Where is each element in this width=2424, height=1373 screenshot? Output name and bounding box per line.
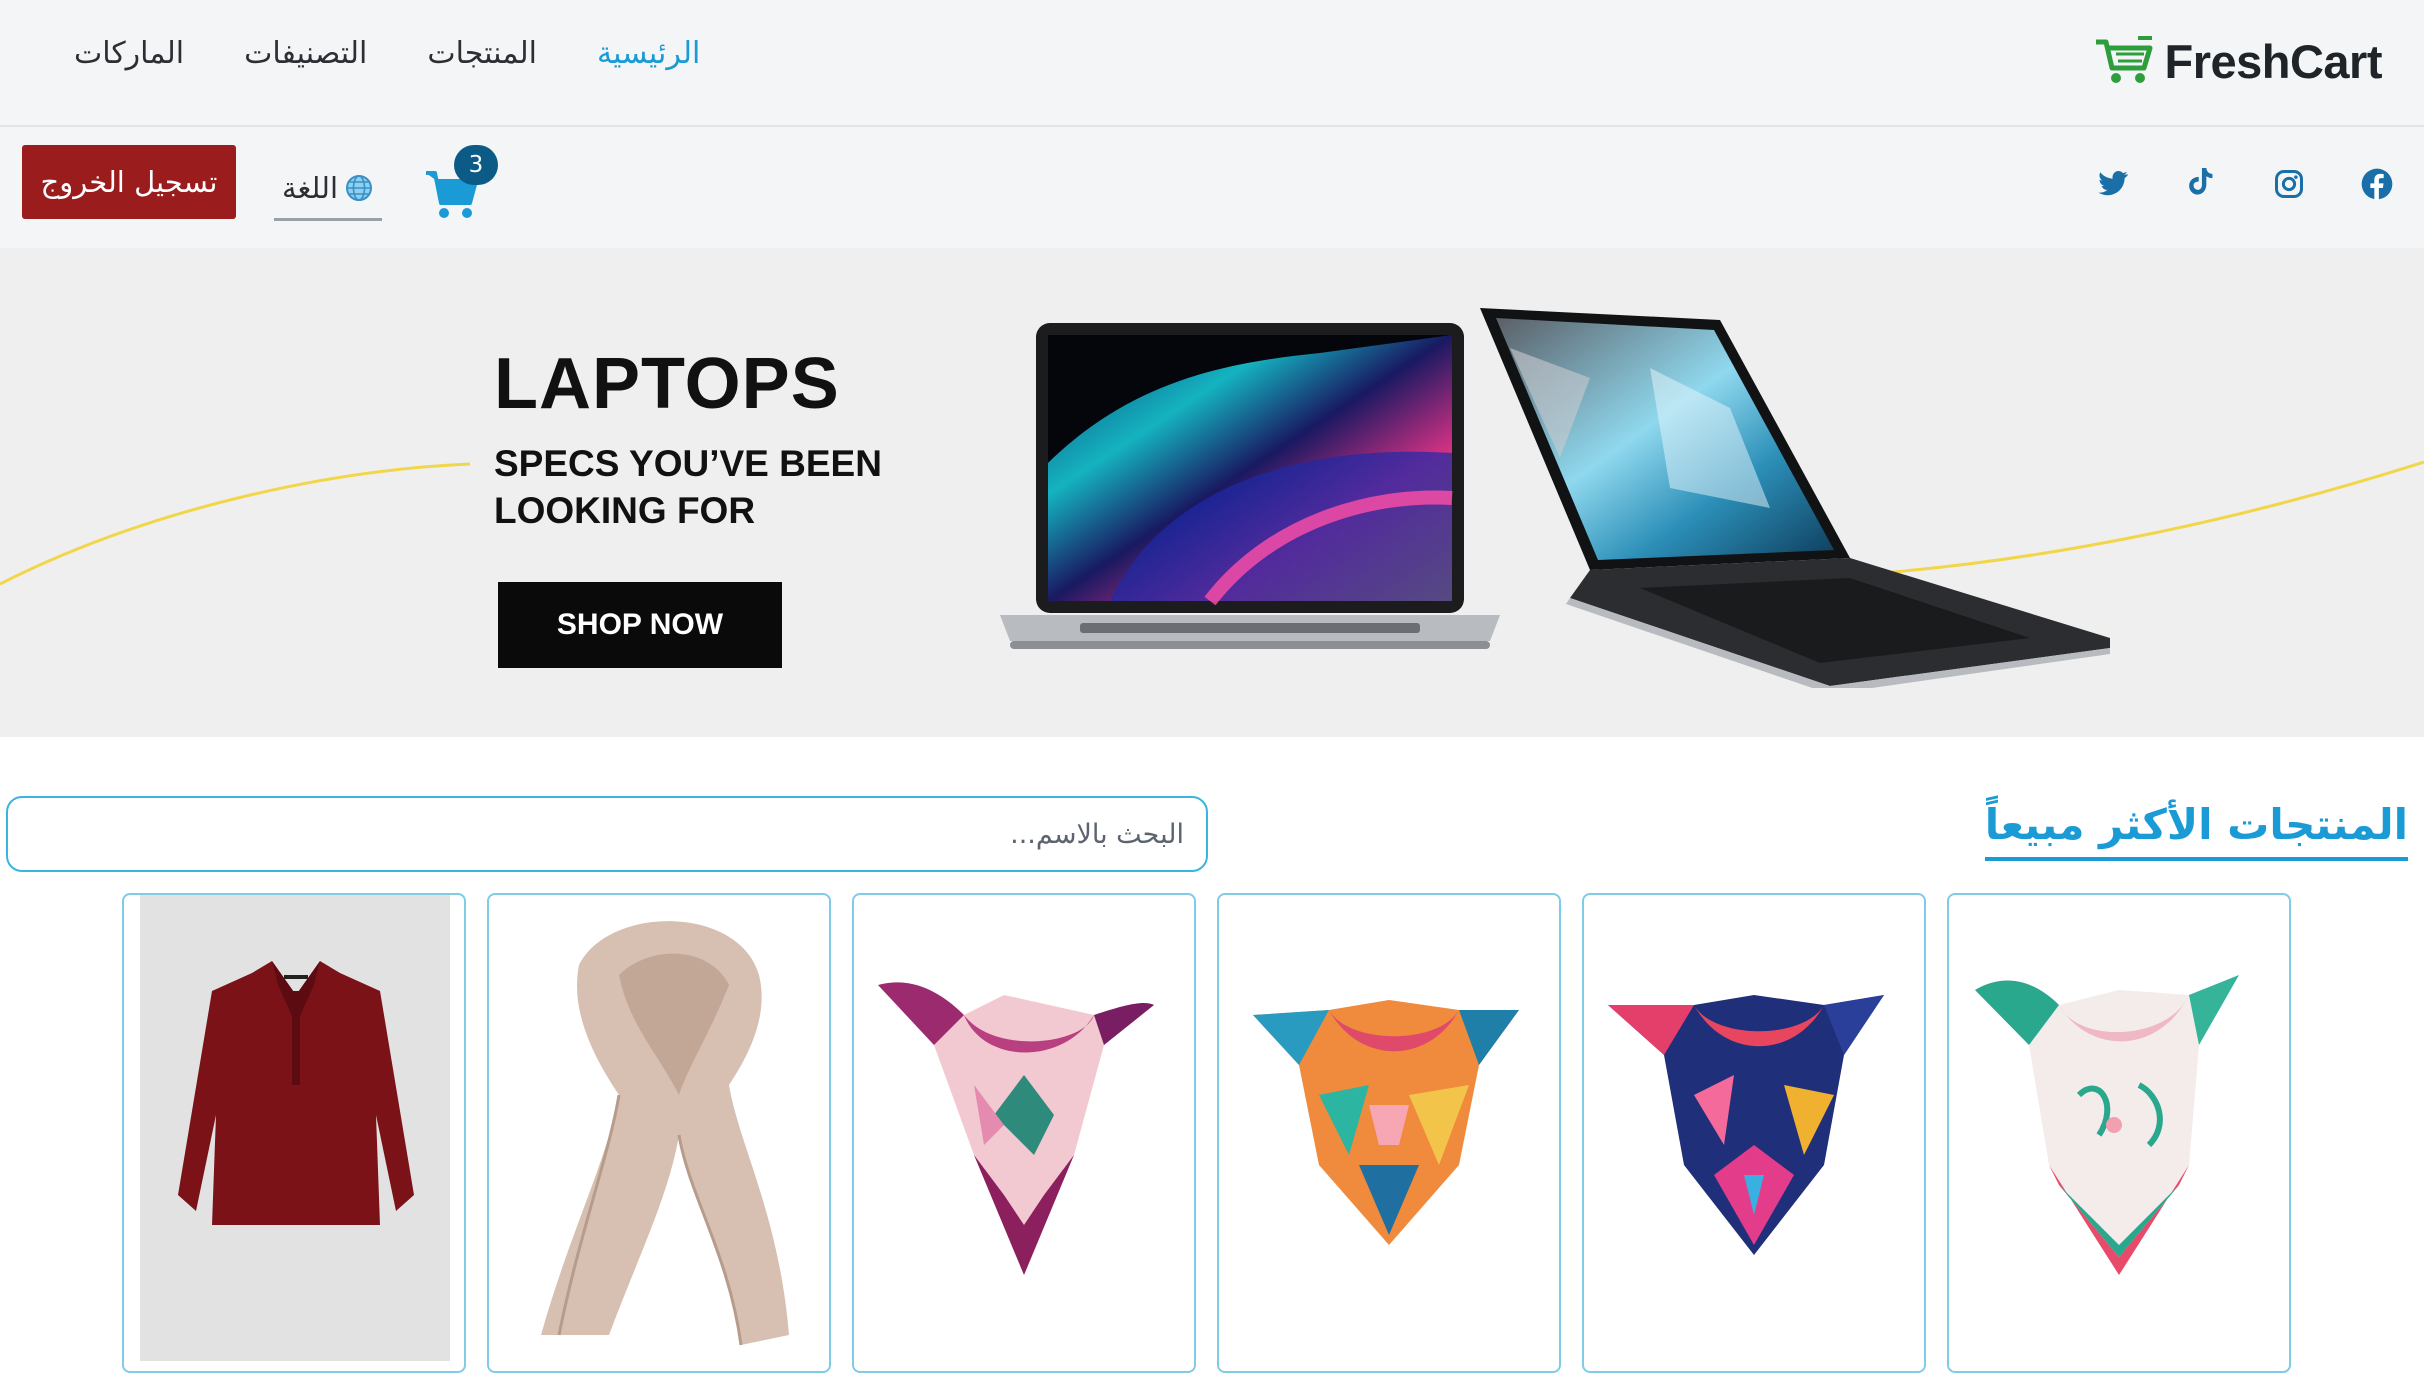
product-image-beige-scarf [541,921,789,1346]
social-links [2096,167,2394,201]
product-grid [122,893,2292,1373]
language-switcher[interactable]: اللغة [274,157,382,221]
product-card-orange-scarf[interactable] [1217,893,1561,1373]
product-card-navy-scarf[interactable] [1582,893,1926,1373]
main-nav: الماركات التصنيفات المنتجات الرئيسية [74,36,700,71]
top-navbar: FreshCart الماركات التصنيفات المنتجات ال… [0,0,2424,127]
nav-link-categories[interactable]: التصنيفات [244,36,367,71]
product-card-white-scarf[interactable] [1947,893,2291,1373]
language-label: اللغة [281,170,339,205]
nav-link-home[interactable]: الرئيسية [597,36,700,71]
hero-banner: LAPTOPS SPECS YOU’VE BEEN LOOKING FOR SH… [0,248,2424,737]
cart-logo-icon [2096,36,2153,83]
brand-logo[interactable]: FreshCart [2094,30,2382,92]
nav-link-products[interactable]: المنتجات [427,36,537,71]
nav-link-brands[interactable]: الماركات [74,36,184,71]
tiktok-icon[interactable] [2184,167,2218,201]
product-image-pink-scarf [878,982,1154,1275]
hero-subtitle: SPECS YOU’VE BEEN LOOKING FOR [494,443,882,531]
dell-laptop-image [1480,308,2110,688]
product-image-orange-scarf [1253,1000,1519,1245]
product-card-beige-scarf[interactable] [487,893,831,1373]
product-card-red-blouse[interactable] [122,893,466,1373]
shop-now-button[interactable]: SHOP NOW [498,582,782,668]
search-input[interactable] [6,796,1208,872]
logout-button[interactable]: تسجيل الخروج [22,145,236,219]
product-image-red-blouse [140,895,450,1361]
macbook-laptop-image [1000,323,1500,649]
product-image-navy-scarf [1608,995,1884,1255]
facebook-icon[interactable] [2360,167,2394,201]
instagram-icon[interactable] [2272,167,2306,201]
secondary-bar: تسجيل الخروج اللغة 3 [0,127,2424,248]
best-sellers-title: المنتجات الأكثر مبيعاً [1984,800,2408,861]
globe-icon [346,174,373,201]
cart-button[interactable]: 3 [424,145,504,225]
product-card-pink-scarf[interactable] [852,893,1196,1373]
hero-title: LAPTOPS [494,344,840,424]
cart-count-badge: 3 [454,145,498,185]
twitter-icon[interactable] [2096,167,2130,201]
product-image-white-scarf [1975,975,2239,1275]
brand-name: FreshCart [2164,34,2382,88]
